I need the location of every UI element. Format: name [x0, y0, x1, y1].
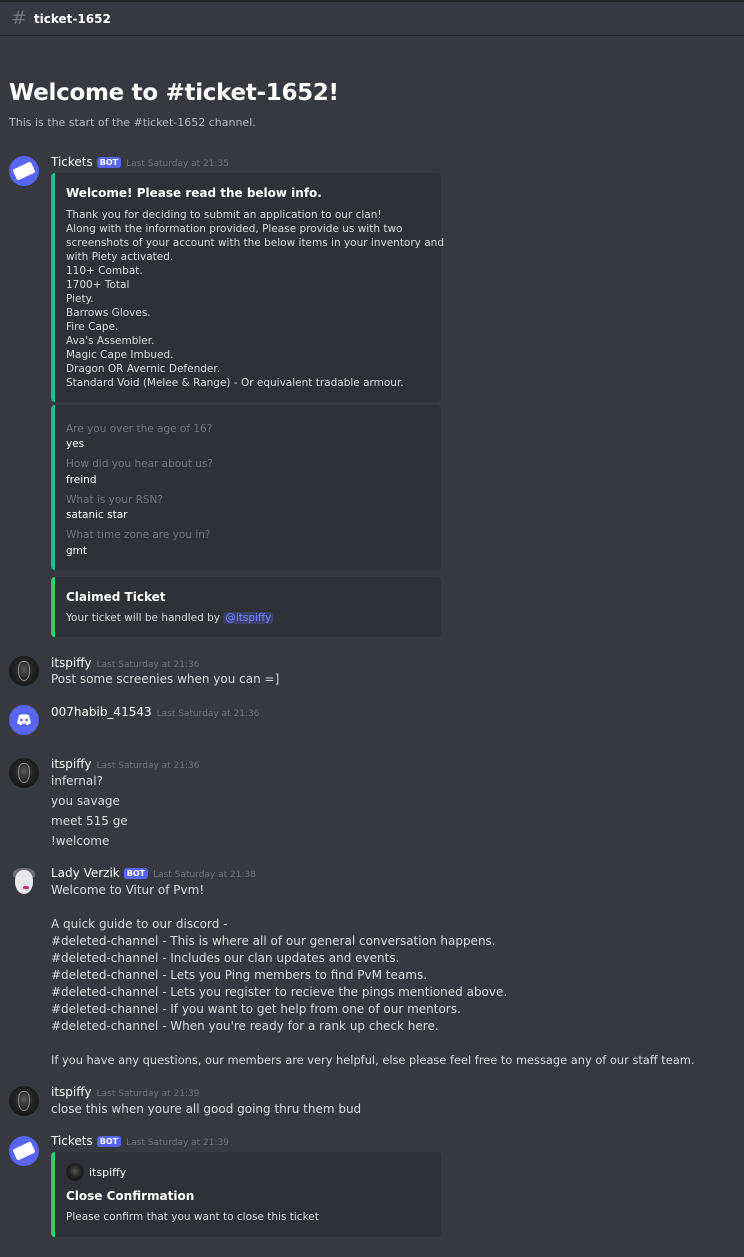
message-text: #deleted-channel - Lets you Ping members… [51, 968, 428, 982]
timestamp: Last Saturday at 21:39 [96, 1089, 200, 1099]
embed-description: Please confirm that you want to close th… [66, 1211, 319, 1223]
message-text: Welcome to Vitur of Pvm! [51, 883, 205, 897]
username[interactable]: 007habib_41543 [51, 705, 152, 719]
embed-line: Ava's Assembler. [66, 335, 155, 347]
discord-logo-icon [17, 714, 31, 726]
message-text: you savage [51, 794, 120, 808]
embed-description: Your ticket will be handled by @itspiffy [66, 612, 274, 624]
welcome-subtitle: This is the start of the #ticket-1652 ch… [9, 116, 256, 129]
message-text: #deleted-channel - Includes our clan upd… [51, 951, 400, 965]
username[interactable]: Lady Verzik [51, 866, 120, 880]
embed-line: 110+ Combat. [66, 265, 143, 277]
timestamp: Last Saturday at 21:36 [96, 660, 200, 670]
message-text: If you have any questions, our members a… [51, 1053, 695, 1067]
avatar[interactable] [9, 758, 39, 788]
embed-application-answers: Are you over the age of 16? yes How did … [51, 405, 441, 570]
field-value: freind [66, 474, 97, 486]
embed-line: Magic Cape Imbued. [66, 349, 174, 361]
timestamp: Last Saturday at 21:39 [126, 1138, 229, 1148]
timestamp: Last Saturday at 21:38 [153, 870, 256, 880]
message-text: #deleted-channel - This is where all of … [51, 934, 496, 948]
avatar[interactable] [9, 1086, 39, 1116]
embed-line: Thank you for deciding to submit an appl… [66, 209, 382, 221]
embed-line: Along with the information provided, Ple… [66, 223, 403, 235]
avatar[interactable] [9, 156, 39, 186]
embed-author-name[interactable]: itspiffy [89, 1166, 126, 1179]
username[interactable]: itspiffy [51, 1085, 92, 1099]
field-value: yes [66, 438, 85, 450]
embed-line: Dragon OR Avernic Defender. [66, 363, 221, 375]
embed-line: Barrows Gloves. [66, 307, 151, 319]
timestamp: Last Saturday at 21:36 [156, 709, 260, 719]
message-text: Post some screenies when you can =] [51, 672, 280, 686]
bot-badge: BOT [96, 157, 122, 168]
author-avatar [66, 1163, 84, 1181]
embed-title: Close Confirmation [66, 1189, 195, 1203]
username[interactable]: itspiffy [51, 757, 92, 771]
avatar[interactable] [9, 656, 39, 686]
username[interactable]: Tickets [51, 1134, 93, 1148]
embed-title: Claimed Ticket [66, 590, 166, 604]
hash-icon: # [11, 7, 27, 29]
bot-badge: BOT [96, 1136, 122, 1147]
avatar[interactable] [9, 705, 39, 735]
embed-title: Welcome! Please read the below info. [66, 186, 322, 200]
welcome-title: Welcome to #ticket-1652! [9, 80, 339, 106]
bot-badge: BOT [123, 868, 149, 879]
embed-line: screenshots of your account with the bel… [66, 237, 444, 249]
embed-line: 1700+ Total [66, 279, 130, 291]
message-text: #deleted-channel - If you want to get he… [51, 1002, 461, 1016]
message-text: #deleted-channel - Lets you register to … [51, 985, 508, 999]
embed-author: itspiffy [66, 1163, 126, 1181]
message-text: A quick guide to our discord - [51, 917, 228, 931]
username[interactable]: Tickets [51, 155, 93, 169]
ticket-icon [12, 161, 36, 181]
field-name: Are you over the age of 16? [66, 423, 213, 435]
user-mention[interactable]: @itspiffy [223, 612, 274, 624]
embed-line: Standard Void (Melee & Range) - Or equiv… [66, 377, 404, 389]
embed-line: Fire Cape. [66, 321, 119, 333]
embed-line: with Piety activated. [66, 251, 174, 263]
field-name: How did you hear about us? [66, 458, 213, 470]
username[interactable]: itspiffy [51, 656, 92, 670]
avatar[interactable] [9, 867, 39, 897]
embed-welcome-info: Welcome! Please read the below info. Tha… [51, 173, 444, 402]
field-name: What time zone are you in? [66, 529, 211, 541]
timestamp: Last Saturday at 21:35 [126, 159, 229, 169]
embed-close-confirmation: itspiffy Close Confirmation Please confi… [51, 1152, 441, 1237]
field-name: What is your RSN? [66, 494, 163, 506]
ticket-icon [12, 1141, 36, 1161]
embed-claimed-ticket: Claimed Ticket Your ticket will be handl… [51, 577, 441, 637]
timestamp: Last Saturday at 21:36 [96, 761, 200, 771]
field-value: gmt [66, 545, 88, 557]
message-text: close this when youre all good going thr… [51, 1102, 362, 1116]
channel-header: # ticket-1652 [0, 0, 744, 36]
message-text: infernal? [51, 774, 103, 788]
message-text: !welcome [51, 834, 110, 848]
description-text: Your ticket will be handled by [66, 612, 224, 624]
field-value: satanic star [66, 509, 128, 521]
embed-line: Piety. [66, 293, 94, 305]
message-text: meet 515 ge [51, 814, 128, 828]
channel-name: ticket-1652 [33, 11, 111, 26]
message-text: #deleted-channel - When you're ready for… [51, 1019, 439, 1033]
avatar[interactable] [9, 1136, 39, 1166]
